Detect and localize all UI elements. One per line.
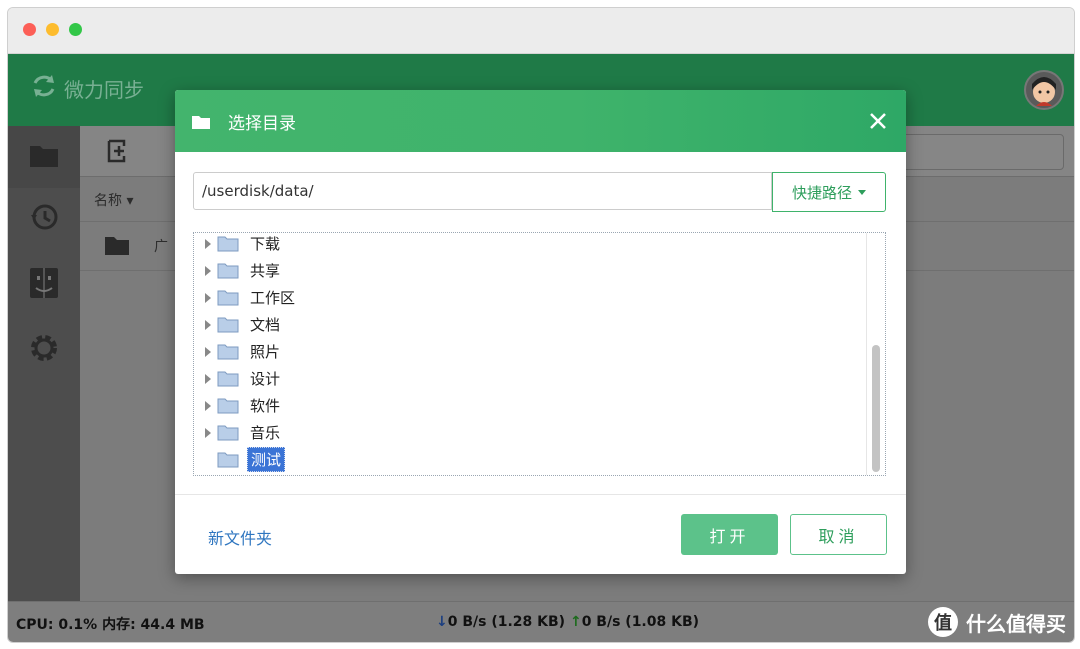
sidebar-item-settings[interactable] <box>8 319 80 381</box>
sync-icon <box>30 72 58 104</box>
folder-icon <box>217 344 239 360</box>
tree-item[interactable]: 设计 <box>194 365 283 392</box>
folder-icon <box>217 425 239 441</box>
expand-arrow-icon[interactable] <box>205 238 211 249</box>
tree-scrollbar[interactable] <box>866 233 885 475</box>
folder-icon <box>217 452 239 468</box>
watermark: 值 什么值得买 <box>928 607 1066 637</box>
zoom-window-button[interactable] <box>69 23 82 36</box>
cancel-button[interactable]: 取消 <box>790 514 887 555</box>
tree-item-label: 软件 <box>250 397 281 415</box>
tree-item-selected[interactable]: 测试 <box>194 446 286 473</box>
app-brand: 微力同步 <box>30 72 144 104</box>
tree-item-label: 工作区 <box>250 289 296 307</box>
watermark-badge: 值 <box>928 607 958 637</box>
app-name: 微力同步 <box>64 77 144 102</box>
path-row: 快捷路径 <box>193 172 886 212</box>
avatar[interactable] <box>1024 70 1064 110</box>
tree-item[interactable]: 软件 <box>194 392 283 419</box>
expand-arrow-icon[interactable] <box>205 427 211 438</box>
download-arrow-icon: ↓ <box>436 614 448 630</box>
folder-icon <box>192 114 210 133</box>
tree-item[interactable]: 工作区 <box>194 284 298 311</box>
tree-item[interactable]: 共享 <box>194 257 283 284</box>
minimize-window-button[interactable] <box>46 23 59 36</box>
quick-path-button[interactable]: 快捷路径 <box>772 172 886 212</box>
tree-item-label: 音乐 <box>250 424 281 442</box>
dialog-title: 选择目录 <box>228 114 296 134</box>
tree-item-label: 共享 <box>250 262 281 280</box>
tree-item[interactable]: 音乐 <box>194 419 283 446</box>
window-titlebar <box>8 8 1074 54</box>
finder-icon <box>29 267 59 303</box>
folder-icon <box>29 142 59 172</box>
status-bar: CPU: 0.1% 内存: 44.4 MB ↓0 B/s (1.28 KB) ↑… <box>8 601 1074 642</box>
close-icon[interactable] <box>864 107 892 135</box>
upload-arrow-icon: ↑ <box>569 614 582 630</box>
scrollbar-thumb[interactable] <box>872 345 880 472</box>
select-directory-dialog: 选择目录 快捷路径 下载 共享 工作区 文档 <box>175 90 906 574</box>
path-input[interactable] <box>193 172 772 210</box>
upload-speed: 0 B/s (1.08 KB) <box>581 614 700 630</box>
tree-item-label: 设计 <box>250 370 281 388</box>
expand-arrow-icon[interactable] <box>205 265 211 276</box>
folder-icon <box>217 398 239 414</box>
divider <box>175 494 906 495</box>
expand-arrow-icon[interactable] <box>205 373 211 384</box>
folder-icon <box>217 236 239 252</box>
dialog-header: 选择目录 <box>175 90 906 152</box>
tree-item[interactable]: 照片 <box>194 338 283 365</box>
tree-item[interactable]: 文档 <box>194 311 283 338</box>
folder-icon <box>217 290 239 306</box>
gear-icon <box>28 332 60 368</box>
expand-arrow-icon[interactable] <box>205 346 211 357</box>
transfer-speed: ↓0 B/s (1.28 KB) ↑0 B/s (1.08 KB) <box>436 614 699 630</box>
new-folder-link[interactable]: 新文件夹 <box>208 525 272 549</box>
watermark-text: 什么值得买 <box>966 611 1066 636</box>
sidebar-item-folders[interactable] <box>8 126 83 188</box>
folder-icon <box>104 234 130 260</box>
tree-item[interactable]: 下载 <box>194 233 283 257</box>
cpu-memory-status: CPU: 0.1% 内存: 44.4 MB <box>16 617 205 633</box>
file-name: 广 <box>154 239 168 255</box>
quick-path-label: 快捷路径 <box>791 183 852 202</box>
caret-down-icon <box>858 189 866 195</box>
tree-item-label: 下载 <box>250 235 281 253</box>
add-folder-icon[interactable] <box>106 138 132 168</box>
download-speed: 0 B/s (1.28 KB) <box>447 614 566 630</box>
expand-arrow-icon[interactable] <box>205 319 211 330</box>
tree-item-label: 文档 <box>250 316 281 334</box>
tree-item-label: 照片 <box>250 343 281 361</box>
folder-icon <box>217 263 239 279</box>
folder-icon <box>217 317 239 333</box>
sidebar-item-finder[interactable] <box>8 254 80 316</box>
column-name-header[interactable]: 名称 ▾ <box>94 190 133 210</box>
folder-icon <box>217 371 239 387</box>
history-icon <box>29 202 59 236</box>
expand-arrow-icon[interactable] <box>205 292 211 303</box>
sidebar-item-history[interactable] <box>8 188 80 250</box>
search-input[interactable] <box>892 134 1064 170</box>
sidebar <box>8 126 83 602</box>
close-window-button[interactable] <box>23 23 36 36</box>
expand-arrow-icon[interactable] <box>205 400 211 411</box>
tree-item-label: 测试 <box>247 447 286 472</box>
open-button[interactable]: 打开 <box>681 514 778 555</box>
directory-tree[interactable]: 下载 共享 工作区 文档 照片 设计 软件 音乐 测试 <box>193 232 886 476</box>
